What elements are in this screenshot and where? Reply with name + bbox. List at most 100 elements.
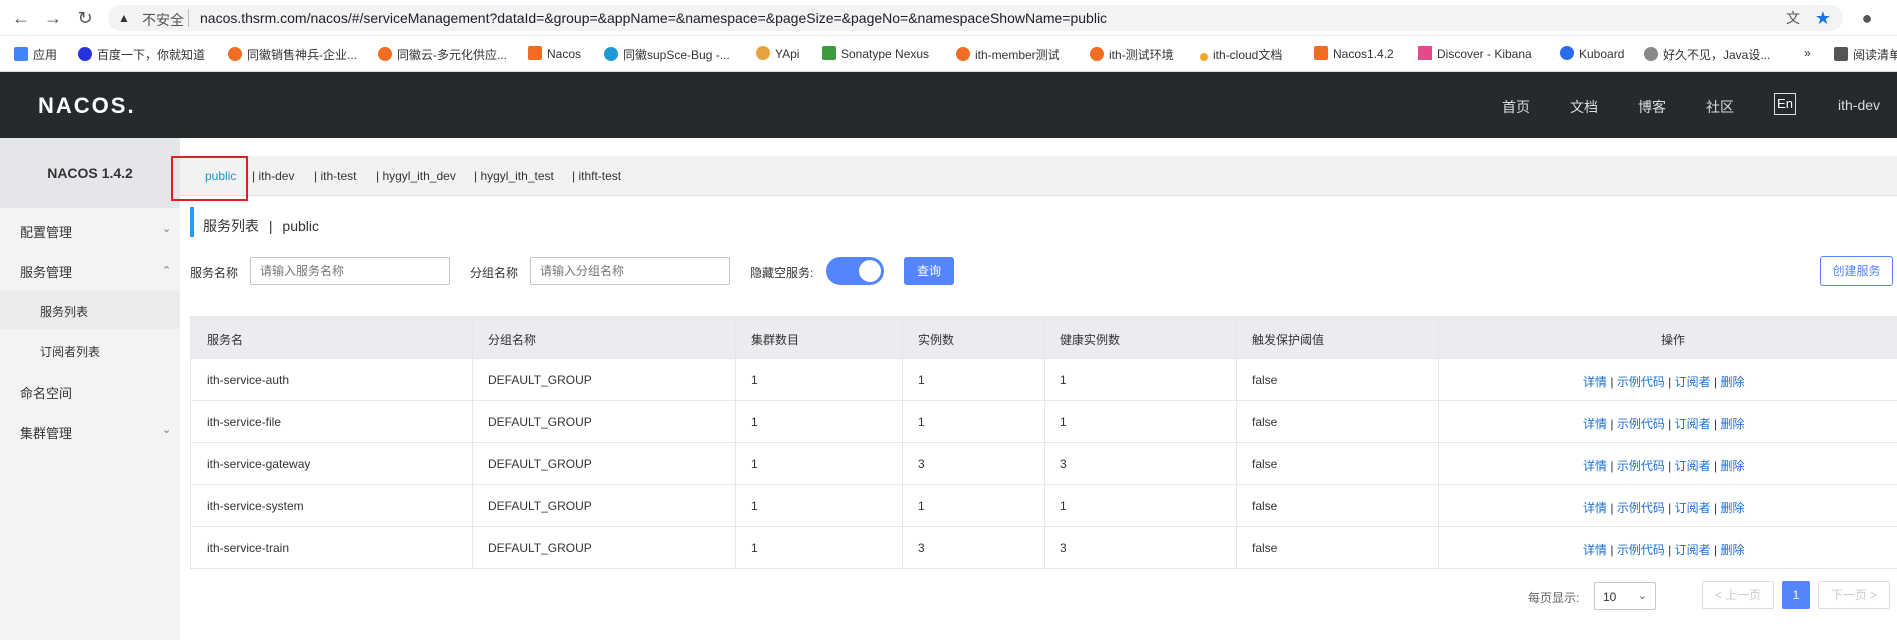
nav-community[interactable]: 社区 [1706, 97, 1734, 117]
sample-code-link[interactable]: 示例代码 [1617, 459, 1665, 473]
group-name-input[interactable] [530, 257, 730, 285]
insecure-label: 不安全 [142, 12, 184, 28]
reload-icon[interactable]: ↻ [74, 7, 96, 29]
detail-link[interactable]: 详情 [1583, 375, 1607, 389]
query-button[interactable]: 查询 [904, 257, 954, 285]
sidebar-item-config[interactable]: 配置管理 [20, 222, 72, 241]
sidebar-item-service[interactable]: 服务管理 [20, 262, 72, 281]
page-title: 服务列表 | public [203, 218, 320, 234]
subscriber-link[interactable]: 订阅者 [1675, 543, 1711, 557]
namespace-item[interactable]: | ithft-test [572, 169, 621, 183]
nav-docs[interactable]: 文档 [1570, 97, 1598, 117]
namespace-item[interactable]: | ith-test [314, 169, 356, 183]
sidebar-title: NACOS 1.4.2 [0, 138, 180, 208]
star-icon[interactable]: ★ [1812, 7, 1834, 29]
bookmark-item[interactable]: Nacos [528, 46, 581, 61]
profile-icon[interactable]: ● [1856, 7, 1878, 29]
site-icon [1644, 47, 1658, 61]
nacos-logo[interactable]: NACOS. [38, 93, 136, 119]
sidebar-item-subscribers[interactable]: 订阅者列表 [40, 343, 100, 360]
forward-icon[interactable]: → [42, 7, 64, 29]
sample-code-link[interactable]: 示例代码 [1617, 543, 1665, 557]
namespace-item[interactable]: | hygyl_ith_test [474, 169, 554, 183]
bookmark-item[interactable]: Sonatype Nexus [822, 46, 929, 61]
delete-link[interactable]: 删除 [1720, 417, 1744, 431]
detail-link[interactable]: 详情 [1583, 501, 1607, 515]
next-page-button[interactable]: 下一页 > [1818, 581, 1890, 609]
row-actions: 详情 | 示例代码 | 订阅者 | 删除 [1583, 501, 1745, 515]
bookmark-item[interactable]: Discover - Kibana [1418, 46, 1532, 61]
bookmark-item[interactable]: 同徽supSce-Bug -... [604, 46, 730, 63]
page-size-label: 每页显示: [1528, 591, 1580, 605]
detail-link[interactable]: 详情 [1583, 543, 1607, 557]
bookmark-item[interactable]: Nacos1.4.2 [1314, 46, 1394, 61]
page-size-select[interactable]: 10 ⌄ [1594, 582, 1656, 610]
prev-page-button[interactable]: < 上一页 [1702, 581, 1774, 609]
nacos-icon [1314, 46, 1328, 60]
subscriber-link[interactable]: 订阅者 [1675, 459, 1711, 473]
site-icon [1090, 47, 1104, 61]
language-switch[interactable]: En [1774, 93, 1796, 115]
bookmark-item[interactable]: Kuboard [1560, 46, 1624, 61]
current-page[interactable]: 1 [1782, 581, 1810, 609]
sidebar-item-namespace[interactable]: 命名空间 [20, 383, 72, 402]
address-bar[interactable]: ▲ 不安全 nacos.thsrm.com/nacos/#/serviceMan… [108, 5, 1843, 31]
site-icon [604, 47, 618, 61]
back-icon[interactable]: ← [10, 7, 32, 29]
hide-empty-label: 隐藏空服务: [750, 266, 814, 280]
row-actions: 详情 | 示例代码 | 订阅者 | 删除 [1583, 417, 1745, 431]
subscriber-link[interactable]: 订阅者 [1675, 417, 1711, 431]
reading-list[interactable]: 阅读清单 [1834, 46, 1897, 63]
namespace-item[interactable]: | ith-dev [252, 169, 294, 183]
bookmark-item[interactable]: 应用 [14, 46, 57, 63]
group-name-label: 分组名称 [470, 266, 519, 280]
nacos-icon [528, 46, 542, 60]
sample-code-link[interactable]: 示例代码 [1617, 501, 1665, 515]
nav-blog[interactable]: 博客 [1638, 97, 1666, 117]
sidebar-item-cluster[interactable]: 集群管理 [20, 423, 72, 442]
subscriber-link[interactable]: 订阅者 [1675, 375, 1711, 389]
site-icon [956, 47, 970, 61]
bookmark-item[interactable]: 同徽销售神兵-企业... [228, 46, 357, 63]
bookmark-item[interactable]: ith-member测试 [956, 46, 1060, 63]
sample-code-link[interactable]: 示例代码 [1617, 375, 1665, 389]
service-name-input[interactable] [250, 257, 450, 285]
row-actions: 详情 | 示例代码 | 订阅者 | 删除 [1583, 459, 1745, 473]
translate-icon[interactable]: 文 [1782, 7, 1804, 29]
sidebar-item-service-list[interactable]: 服务列表 [40, 303, 88, 320]
delete-link[interactable]: 删除 [1720, 459, 1744, 473]
service-name-label: 服务名称 [190, 266, 239, 280]
chevron-down-icon: ⌄ [162, 223, 172, 235]
create-service-button[interactable]: 创建服务 [1820, 256, 1893, 286]
subscriber-link[interactable]: 订阅者 [1675, 501, 1711, 515]
sample-code-link[interactable]: 示例代码 [1617, 417, 1665, 431]
apps-icon [14, 47, 28, 61]
baidu-icon [78, 47, 92, 61]
row-actions: 详情 | 示例代码 | 订阅者 | 删除 [1583, 375, 1745, 389]
bookmark-item[interactable]: 同徽云-多元化供应... [378, 46, 507, 63]
bookmark-item[interactable]: 百度一下，你就知道 [78, 46, 205, 63]
bookmark-item[interactable]: ith-测试环境 [1090, 46, 1174, 63]
bookmark-item[interactable]: YApi [756, 46, 799, 61]
table-row: ith-service-gateway DEFAULT_GROUP 1 3 3 … [191, 443, 1897, 485]
app-header: NACOS. 首页 文档 博客 社区 En ith-dev [0, 72, 1897, 138]
nav-home[interactable]: 首页 [1502, 97, 1530, 117]
detail-link[interactable]: 详情 [1583, 459, 1607, 473]
delete-link[interactable]: 删除 [1720, 501, 1744, 515]
table-row: ith-service-train DEFAULT_GROUP 1 3 3 fa… [191, 527, 1897, 569]
user-name[interactable]: ith-dev [1838, 97, 1880, 113]
bookmark-item[interactable]: ith-cloud文档 [1200, 46, 1282, 63]
namespace-item[interactable]: | hygyl_ith_dev [376, 169, 456, 183]
kibana-icon [1418, 46, 1432, 60]
reading-list-icon [1834, 47, 1848, 61]
bookmark-item[interactable]: 好久不见，Java设... [1644, 46, 1770, 63]
highlight-box [171, 156, 248, 201]
url-text[interactable]: nacos.thsrm.com/nacos/#/serviceManagemen… [200, 10, 1107, 26]
hide-empty-toggle[interactable] [826, 257, 884, 285]
detail-link[interactable]: 详情 [1583, 417, 1607, 431]
delete-link[interactable]: 删除 [1720, 543, 1744, 557]
delete-link[interactable]: 删除 [1720, 375, 1744, 389]
bookmarks-bar: 应用 百度一下，你就知道 同徽销售神兵-企业... 同徽云-多元化供应... N… [0, 36, 1897, 72]
namespace-bar: public | ith-dev | ith-test | hygyl_ith_… [180, 156, 1897, 196]
bookmarks-overflow[interactable]: » [1804, 46, 1811, 60]
